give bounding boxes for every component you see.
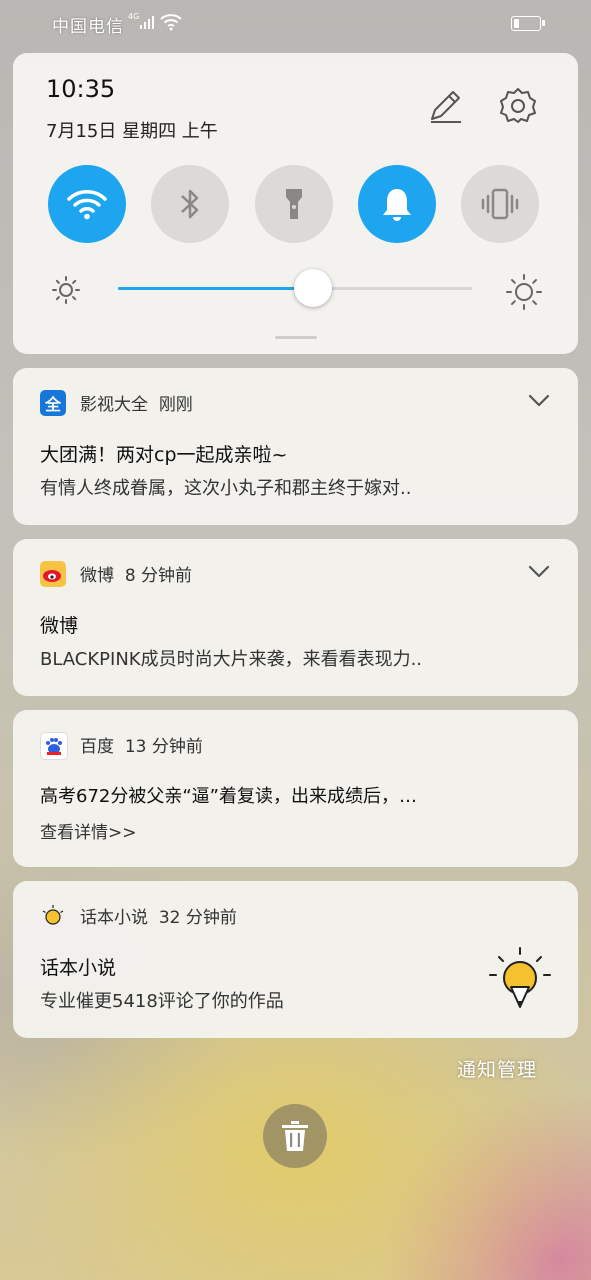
notification-card[interactable]: 全 影视大全 刚刚 大团满！两对cp一起成亲啦~ 有情人终成眷属，这次小丸子和郡… <box>13 368 578 525</box>
notification-time: 8 分钟前 <box>124 566 193 586</box>
quick-settings-panel: 10:35 7月15日 星期四 上午 <box>13 53 578 354</box>
network-type: 4G <box>128 12 140 21</box>
notification-time: 32 分钟前 <box>158 908 237 928</box>
chevron-down-icon[interactable] <box>528 565 550 579</box>
sound-toggle[interactable] <box>358 165 436 243</box>
notification-body: BLACKPINK成员时尚大片来袭，来看看表现力.. <box>40 649 423 670</box>
vibrate-toggle[interactable] <box>461 165 539 243</box>
battery-icon <box>511 16 545 31</box>
notification-title: 高考672分被父亲“逼”着复读，出来成绩后，… <box>40 786 418 807</box>
view-details-link[interactable]: 查看详情>> <box>40 818 137 843</box>
bluetooth-toggle[interactable] <box>151 165 229 243</box>
app-name: 影视大全 <box>80 395 148 415</box>
carrier-label: 中国电信 <box>52 17 124 37</box>
notification-title: 微博 <box>40 615 79 637</box>
lightbulb-pencil-icon <box>489 947 551 1008</box>
vibrate-icon <box>481 188 519 220</box>
notification-header: 百度 13 分钟前 <box>80 732 203 757</box>
app-name: 话本小说 <box>80 908 148 928</box>
baidu-app-icon <box>40 732 68 760</box>
notification-header: 微博 8 分钟前 <box>80 561 192 586</box>
notification-card[interactable]: 微博 8 分钟前 微博 BLACKPINK成员时尚大片来袭，来看看表现力.. <box>13 539 578 696</box>
notification-card[interactable]: 百度 13 分钟前 高考672分被父亲“逼”着复读，出来成绩后，… 查看详情>> <box>13 710 578 867</box>
notification-header: 话本小说 32 分钟前 <box>80 903 237 928</box>
brightness-high-icon <box>506 274 542 310</box>
huaben-app-icon <box>40 903 66 929</box>
notification-time: 刚刚 <box>158 395 193 415</box>
brightness-low-icon <box>52 276 80 304</box>
notification-title: 话本小说 <box>40 957 117 979</box>
notification-manage-link[interactable]: 通知管理 <box>457 1055 537 1082</box>
flashlight-toggle[interactable] <box>255 165 333 243</box>
bell-icon <box>383 189 411 221</box>
clock: 10:35 <box>46 75 116 103</box>
trash-icon <box>282 1121 308 1151</box>
weibo-app-icon <box>40 561 66 587</box>
app-name: 微博 <box>80 566 114 586</box>
settings-gear-icon[interactable] <box>499 86 537 124</box>
notification-body: 有情人终成眷属，这次小丸子和郡主终于嫁对.. <box>40 478 412 499</box>
notification-title: 大团满！两对cp一起成亲啦~ <box>40 444 288 466</box>
wifi-toggle[interactable] <box>48 165 126 243</box>
notification-header: 影视大全 刚刚 <box>80 390 193 415</box>
wifi-icon <box>67 190 107 220</box>
status-bar: 中国电信 4G <box>0 0 591 46</box>
edit-icon[interactable] <box>427 88 463 124</box>
notification-body: 专业催更5418评论了你的作品 <box>40 991 284 1012</box>
bluetooth-icon <box>181 189 199 219</box>
panel-drag-handle[interactable] <box>275 336 317 339</box>
notification-card[interactable]: 话本小说 32 分钟前 话本小说 专业催更5418评论了你的作品 <box>13 881 578 1038</box>
signal-icon <box>140 16 154 29</box>
app-name: 百度 <box>80 737 114 757</box>
clear-all-button[interactable] <box>263 1104 327 1168</box>
date-label: 7月15日 星期四 上午 <box>46 121 218 142</box>
wifi-status-icon <box>160 14 182 31</box>
brightness-thumb[interactable] <box>293 269 332 307</box>
flashlight-icon <box>286 189 302 219</box>
brightness-slider[interactable] <box>118 269 472 307</box>
yingshi-app-icon: 全 <box>40 390 66 416</box>
chevron-down-icon[interactable] <box>528 394 550 408</box>
notification-time: 13 分钟前 <box>124 737 203 757</box>
brightness-fill <box>118 287 313 290</box>
